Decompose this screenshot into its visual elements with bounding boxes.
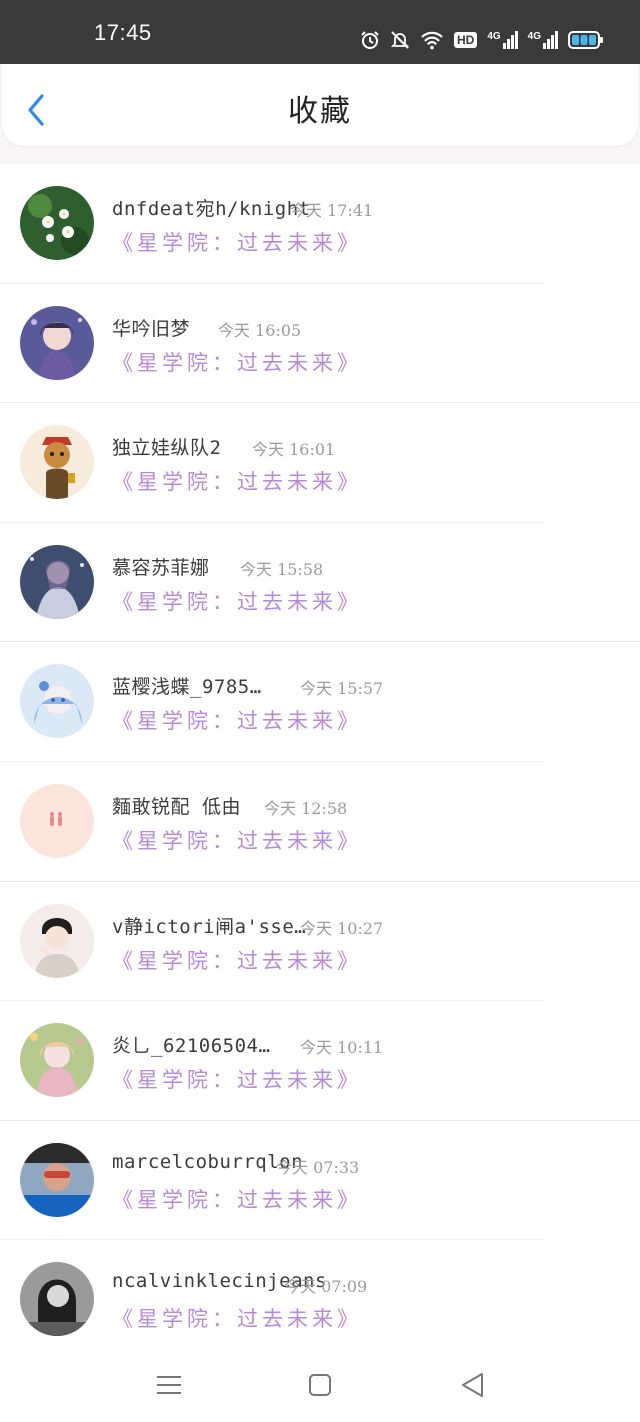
avatar[interactable] [20,1142,94,1217]
book-title[interactable]: 《星学院：过去未来》 [112,1064,362,1094]
book-title[interactable]: 《星学院：过去未来》 [112,825,362,855]
list-item[interactable]: 麵敢锐配 低由 今天 12:58 《星学院：过去未来》 [0,762,640,882]
timestamp: 今天 10:27 [300,918,384,938]
timestamp: 今天 16:05 [218,320,302,340]
timestamp: 今天 12:58 [264,798,348,818]
favorites-list: dnfdeat宛h/knight 今天 17:41 《星学院：过去未来》 华吟旧… [0,164,640,1360]
list-item[interactable]: v静ictori闸a'sse… 今天 10:27 《星学院：过去未来》 [0,882,640,1002]
timestamp: 今天 10:11 [300,1038,384,1058]
user-name: dnfdeat宛h/knight [112,198,311,220]
menu-button[interactable] [154,1370,184,1400]
timestamp: 今天 15:57 [300,679,384,699]
timestamp: 今天 07:33 [276,1157,360,1177]
book-title[interactable]: 《星学院：过去未来》 [112,466,362,496]
user-name: marcelcoburrqlon [112,1150,304,1173]
timestamp: 今天 15:58 [240,559,324,579]
user-name: v静ictori闸a'sse… [112,915,307,938]
home-square-icon [309,1374,331,1396]
signal-icon: 4G [487,31,518,49]
avatar[interactable] [20,1023,94,1098]
header-bar: 收藏 [2,64,638,146]
timestamp: 今天 16:01 [252,440,336,460]
book-title[interactable]: 《星学院：过去未来》 [112,705,362,735]
user-name: 华吟旧梦 [112,317,191,340]
avatar[interactable] [20,903,94,978]
user-name: 慕容苏菲娜 [112,556,210,579]
network-type-label: 4G [487,31,501,42]
navigation-bar [0,1350,640,1422]
wifi-icon [421,31,443,50]
status-time: 17:45 [94,20,152,45]
list-item[interactable]: 华吟旧梦 今天 16:05 《星学院：过去未来》 [0,284,640,404]
alarm-icon [361,31,379,49]
header-area: 收藏 [0,64,640,164]
book-title[interactable]: 《星学院：过去未来》 [112,227,362,257]
user-name: 炎乚_62106504… [112,1035,271,1058]
mute-icon [390,31,410,49]
timestamp: 今天 17:41 [290,201,374,220]
list-item[interactable]: ncalvinklecinjeans 今天 07:09 《星学院：过去未来》 [0,1240,640,1360]
back-triangle-icon [462,1373,483,1397]
book-title[interactable]: 《星学院：过去未来》 [112,945,362,975]
book-title[interactable]: 《星学院：过去未来》 [112,1184,362,1214]
status-bar: 17:45 HD 4G 4G [0,0,640,64]
list-item[interactable]: marcelcoburrqlon 今天 07:33 《星学院：过去未来》 [0,1121,640,1241]
avatar[interactable] [20,783,94,858]
avatar[interactable] [20,1262,94,1337]
user-name: 麵敢锐配 低由 [112,795,241,818]
list-item[interactable]: 蓝樱浅蝶_9785… 今天 15:57 《星学院：过去未来》 [0,642,640,762]
list-item[interactable]: 炎乚_62106504… 今天 10:11 《星学院：过去未来》 [0,1001,640,1121]
book-title[interactable]: 《星学院：过去未来》 [112,347,362,377]
avatar[interactable] [20,425,94,500]
book-title[interactable]: 《星学院：过去未来》 [112,586,362,616]
list-item[interactable]: 独立娃纵队2 今天 16:01 《星学院：过去未来》 [0,403,640,523]
list-item[interactable]: 慕容苏菲娜 今天 15:58 《星学院：过去未来》 [0,523,640,643]
signal-icon: 4G [528,31,558,49]
list-item[interactable]: dnfdeat宛h/knight 今天 17:41 《星学院：过去未来》 [0,164,640,284]
avatar[interactable] [20,664,94,739]
network-type-label: 4G [527,31,541,42]
avatar[interactable] [20,186,94,260]
status-icons: HD 4G 4G [360,26,604,54]
page-title: 收藏 [288,94,352,129]
timestamp: 今天 07:09 [284,1277,368,1297]
user-name: 独立娃纵队2 [112,437,222,460]
user-name: 蓝樱浅蝶_9785… [112,676,262,699]
hd-icon: HD [453,32,478,48]
menu-icon [157,1376,181,1394]
battery-icon [568,31,603,49]
home-button[interactable] [305,1370,335,1400]
avatar[interactable] [20,305,94,380]
avatar[interactable] [20,544,94,619]
book-title[interactable]: 《星学院：过去未来》 [112,1303,362,1333]
back-nav-button[interactable] [458,1370,488,1400]
